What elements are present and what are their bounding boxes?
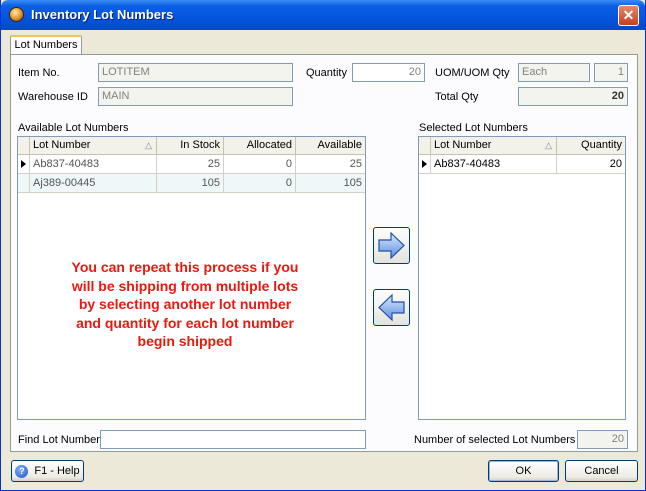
find-lot-input[interactable] [100, 430, 366, 449]
row-indicator-header [419, 137, 431, 154]
selected-lots-label: Selected Lot Numbers [419, 122, 528, 134]
cell-lot-number[interactable]: Ab837-40483 [431, 155, 557, 173]
warehouse-label: Warehouse ID [18, 91, 88, 103]
overlay-line: begin shipped [137, 333, 233, 350]
column-header-quantity[interactable]: Quantity [557, 137, 625, 154]
dialog-window: Inventory Lot Numbers ✕ Lot Numbers Item… [0, 0, 646, 491]
window-title: Inventory Lot Numbers [31, 7, 174, 22]
selected-grid-header: Lot Number △ Quantity [419, 137, 625, 155]
cell-available[interactable]: 25 [296, 155, 365, 173]
cell-in-stock[interactable]: 25 [157, 155, 224, 173]
column-header-label: Lot Number [33, 139, 91, 151]
close-button[interactable]: ✕ [618, 5, 639, 26]
uom-field[interactable]: Each [518, 63, 590, 82]
column-header-available[interactable]: Available [296, 137, 365, 154]
add-lot-button[interactable] [373, 227, 410, 264]
ok-button[interactable]: OK [488, 460, 559, 482]
available-lots-label: Available Lot Numbers [18, 122, 129, 134]
help-button-label: F1 - Help [34, 465, 80, 477]
row-indicator-header [18, 137, 30, 154]
find-lot-label: Find Lot Number [18, 434, 100, 446]
item-no-label: Item No. [18, 67, 60, 79]
uom-label: UOM/UOM Qty [435, 67, 510, 79]
table-row[interactable]: Ab837-40483 25 0 25 [18, 155, 365, 174]
current-row-arrow-icon [21, 160, 26, 168]
overlay-line: by selecting another lot number [78, 296, 292, 313]
cell-allocated[interactable]: 0 [224, 174, 296, 192]
instruction-overlay: You can repeat this process if you will … [41, 258, 329, 351]
cell-quantity[interactable]: 20 [557, 155, 625, 173]
column-header-lot-number[interactable]: Lot Number △ [30, 137, 157, 154]
item-no-field[interactable]: LOTITEM [98, 63, 293, 82]
uom-qty-field[interactable]: 1 [594, 63, 628, 82]
selected-count-field: 20 [577, 430, 628, 449]
warehouse-field[interactable]: MAIN [98, 87, 293, 106]
cell-lot-number[interactable]: Ab837-40483 [30, 155, 157, 173]
current-row-arrow-icon [422, 160, 427, 168]
cell-allocated[interactable]: 0 [224, 155, 296, 173]
title-bar: Inventory Lot Numbers ✕ [1, 0, 645, 30]
total-qty-label: Total Qty [435, 91, 479, 103]
sort-asc-icon: △ [545, 140, 552, 150]
sort-asc-icon: △ [145, 140, 152, 150]
row-indicator [18, 174, 30, 192]
help-icon: ? [15, 464, 29, 478]
column-header-allocated[interactable]: Allocated [224, 137, 296, 154]
app-icon [9, 7, 24, 22]
overlay-line: will be shipping from multiple lots [71, 277, 299, 294]
selected-lots-grid[interactable]: Lot Number △ Quantity Ab837-40483 20 [418, 136, 626, 420]
quantity-label: Quantity [306, 67, 347, 79]
column-header-lot-number[interactable]: Lot Number △ [431, 137, 557, 154]
column-header-in-stock[interactable]: In Stock [157, 137, 224, 154]
overlay-line: and quantity for each lot number [76, 314, 294, 331]
arrow-right-icon [378, 231, 405, 260]
table-row[interactable]: Ab837-40483 20 [419, 155, 625, 174]
tab-lot-numbers[interactable]: Lot Numbers [10, 35, 82, 55]
arrow-left-icon [378, 293, 405, 322]
cell-available[interactable]: 105 [296, 174, 365, 192]
row-indicator [18, 155, 30, 173]
overlay-line: You can repeat this process if you [71, 259, 299, 275]
row-indicator [419, 155, 431, 173]
cancel-button[interactable]: Cancel [565, 460, 638, 482]
help-button[interactable]: ? F1 - Help [11, 460, 84, 482]
total-qty-field: 20 [518, 87, 628, 106]
selected-count-label: Number of selected Lot Numbers [414, 434, 576, 446]
cell-lot-number[interactable]: Aj389-00445 [30, 174, 157, 192]
available-grid-header: Lot Number △ In Stock Allocated Available [18, 137, 365, 155]
cell-in-stock[interactable]: 105 [157, 174, 224, 192]
table-row[interactable]: Aj389-00445 105 0 105 [18, 174, 365, 193]
remove-lot-button[interactable] [373, 289, 410, 326]
quantity-field[interactable]: 20 [352, 63, 425, 82]
column-header-label: Lot Number [434, 139, 492, 151]
